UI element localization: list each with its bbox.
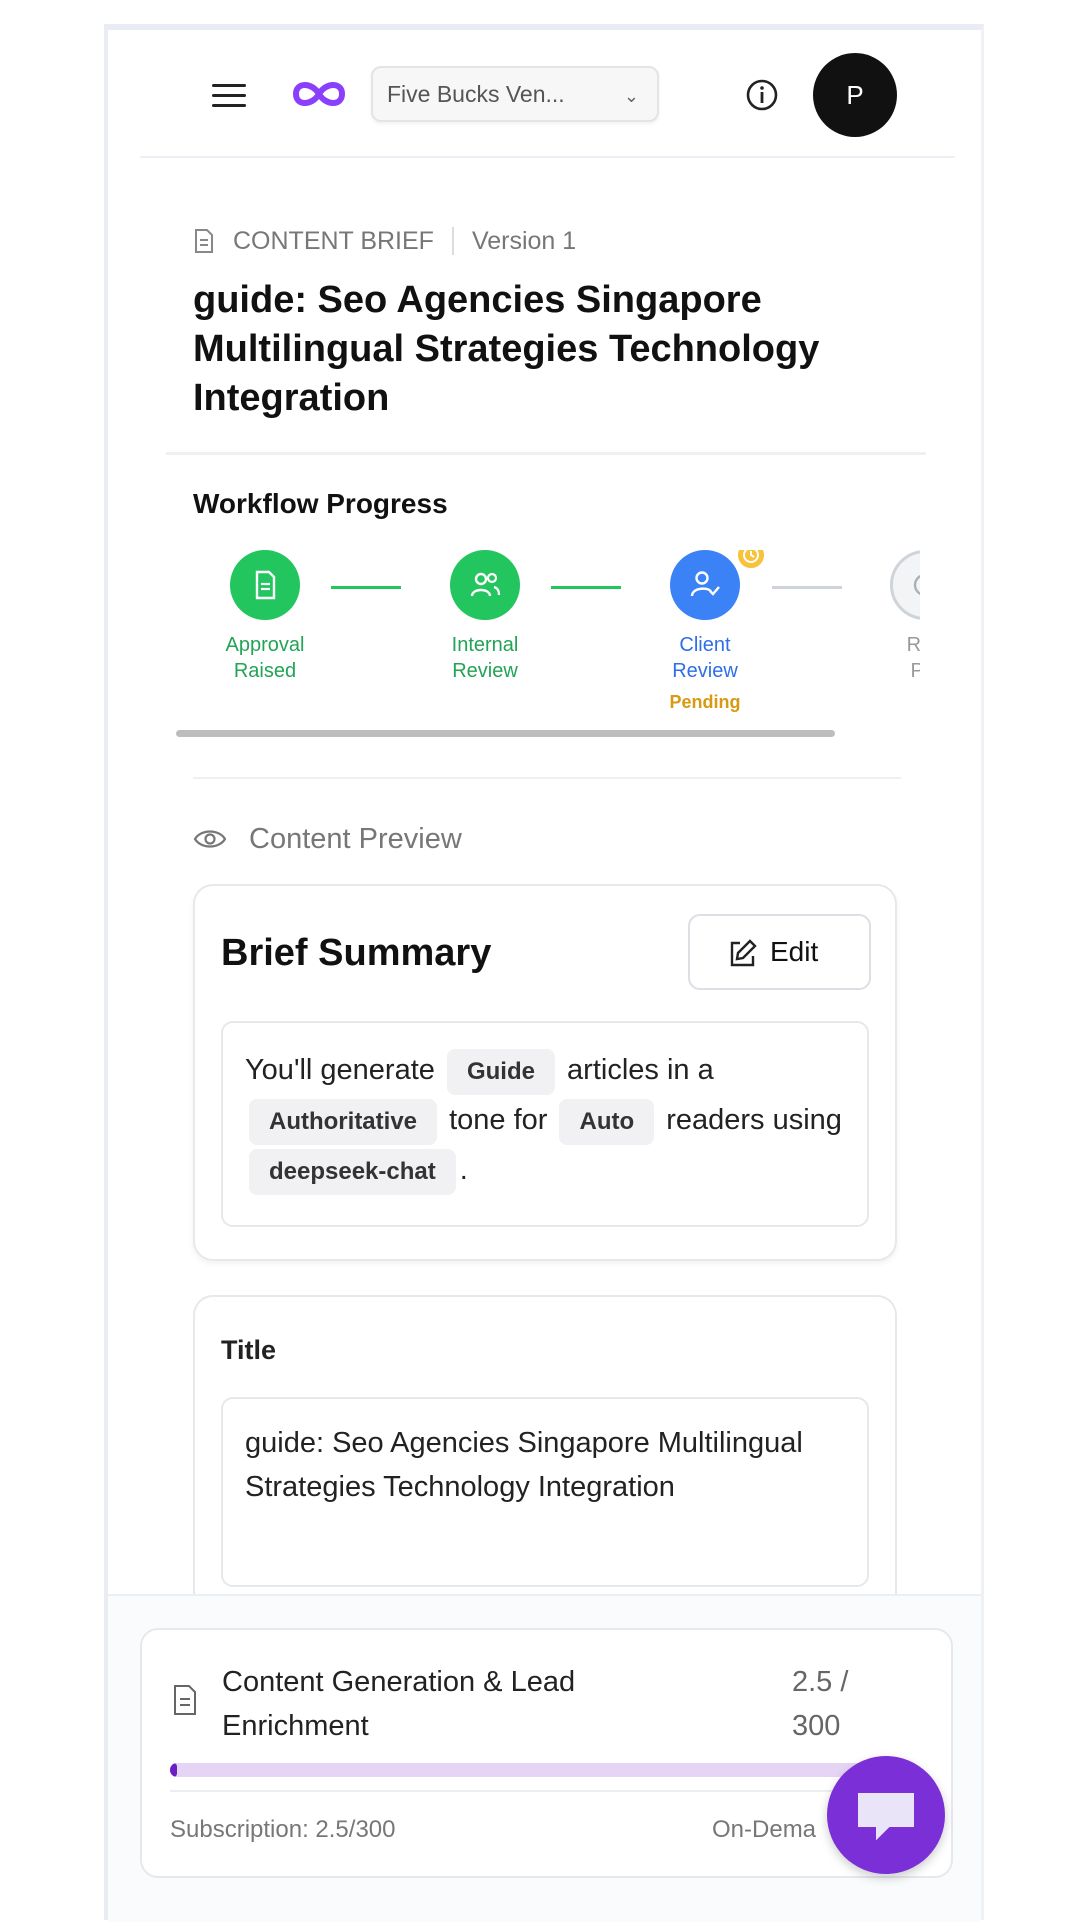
- step-circle: [890, 550, 920, 620]
- step-label: Internal Review: [451, 634, 519, 682]
- subscription-text: Subscription: 2.5/300: [170, 1816, 396, 1843]
- workflow-scrollbar[interactable]: [176, 730, 835, 737]
- content-type-chip: Guide: [446, 1049, 555, 1095]
- title-field[interactable]: guide: Seo Agencies Singapore Multilingu…: [221, 1397, 869, 1587]
- users-icon: [470, 572, 501, 597]
- step-status: Pending: [669, 692, 741, 712]
- page-title: guide: Seo Agencies Singapore Multilingu…: [193, 279, 820, 419]
- clock-icon: [913, 574, 920, 596]
- brief-type-label: CONTENT BRIEF: [233, 226, 434, 255]
- on-demand-text: On-Dema: [712, 1816, 817, 1843]
- chat-bubble-icon: [858, 1793, 914, 1841]
- pending-clock-icon: [736, 550, 766, 570]
- edit-icon: [730, 939, 757, 967]
- title-label: Title: [221, 1335, 277, 1365]
- usage-title: Content Generation & Lead Enrichment: [222, 1666, 576, 1742]
- user-avatar[interactable]: P: [813, 53, 897, 137]
- step-internal-review[interactable]: Internal Review: [400, 550, 570, 684]
- usage-progress-bar: [170, 1763, 910, 1777]
- section-divider: [193, 777, 901, 779]
- organization-name: Five Bucks Ven...: [387, 81, 565, 107]
- document-icon: [174, 1685, 196, 1715]
- step-circle: [450, 550, 520, 620]
- infinity-logo-icon[interactable]: [290, 76, 348, 112]
- edit-label: Edit: [770, 936, 819, 967]
- usage-divider: [170, 1790, 930, 1792]
- brief-summary-card: Brief Summary Edit You'll generate Guide…: [193, 884, 897, 1261]
- edit-button[interactable]: Edit: [688, 914, 871, 990]
- step-label: ReaPul: [906, 634, 920, 682]
- user-check-icon: [690, 571, 720, 597]
- step-circle: [670, 550, 766, 620]
- audience-chip: Auto: [559, 1099, 655, 1145]
- top-header: Five Bucks Ven... ⌄ P: [140, 52, 955, 158]
- document-icon: [255, 570, 276, 600]
- brief-meta: CONTENT BRIEF Version 1: [193, 225, 576, 257]
- usage-count: 2.5 / 300: [792, 1666, 849, 1742]
- meta-separator: [451, 227, 454, 255]
- usage-progress-fill: [170, 1763, 178, 1777]
- info-icon[interactable]: [745, 78, 779, 112]
- title-card: Title guide: Seo Agencies Singapore Mult…: [193, 1295, 897, 1635]
- document-icon: [195, 229, 213, 253]
- brief-summary-text: You'll generate Guide articles in a Auth…: [221, 1021, 869, 1227]
- brief-summary-title: Brief Summary: [221, 932, 492, 974]
- workflow-title: Workflow Progress: [193, 488, 448, 519]
- eye-icon: [193, 830, 227, 848]
- section-divider: [166, 452, 926, 455]
- chat-button[interactable]: [827, 1756, 945, 1874]
- brief-version: Version 1: [471, 226, 577, 255]
- step-client-review[interactable]: Client Review Pending: [620, 550, 790, 713]
- step-label: Approval Raised: [225, 634, 305, 682]
- content-preview-label: Content Preview: [249, 822, 462, 855]
- step-circle: [230, 550, 300, 620]
- step-approval-raised[interactable]: Approval Raised: [180, 550, 350, 684]
- step-ready-publish[interactable]: ReaPul: [840, 550, 920, 684]
- step-label: Client Review: [672, 634, 738, 682]
- model-chip: deepseek-chat: [249, 1149, 456, 1195]
- workflow-stepper[interactable]: Approval Raised Internal Review Client R…: [180, 550, 920, 750]
- content-preview-header: Content Preview: [193, 822, 462, 856]
- organization-select[interactable]: Five Bucks Ven... ⌄: [371, 66, 659, 122]
- tone-chip: Authoritative: [249, 1099, 438, 1145]
- hamburger-menu-icon[interactable]: [212, 80, 248, 112]
- chevron-down-icon: ⌄: [623, 86, 639, 106]
